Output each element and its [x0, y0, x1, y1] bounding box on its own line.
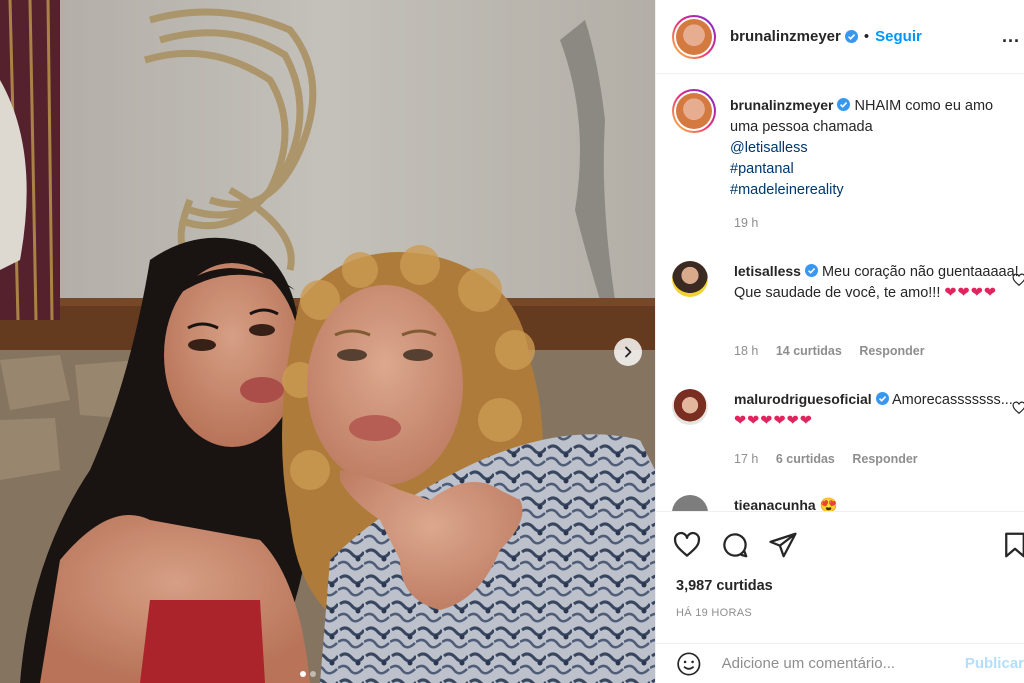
commenter-avatar[interactable]: [672, 389, 708, 425]
separator-dot: •: [863, 28, 870, 45]
comment-emojis: 😍: [819, 498, 838, 511]
reply-button[interactable]: Responder: [859, 344, 924, 358]
commenter-username[interactable]: malurodriguesoficial: [734, 391, 872, 407]
post-actions: 3,987 curtidas HÁ 19 HORAS: [656, 511, 1024, 643]
comment-meta: 18 h 14 curtidas Responder: [734, 344, 939, 358]
post-header: brunalinzmeyer • Seguir ...: [656, 0, 1024, 74]
reply-button[interactable]: Responder: [852, 452, 917, 466]
commenter-avatar[interactable]: [672, 261, 708, 297]
caption-mention-link[interactable]: @letisalless: [730, 138, 1020, 159]
like-comment-heart-icon[interactable]: [1012, 401, 1024, 415]
carousel-dots: [300, 671, 316, 677]
carousel-dot: [300, 671, 306, 677]
follow-button[interactable]: Seguir: [875, 28, 922, 45]
like-comment-heart-icon[interactable]: [1012, 273, 1024, 287]
save-button[interactable]: [1000, 530, 1024, 560]
add-comment-bar: Publicar: [656, 643, 1024, 683]
comments-list[interactable]: brunalinzmeyer NHAIM como eu amo uma pes…: [656, 75, 1024, 511]
hashtag-link[interactable]: #madeleinereality: [730, 180, 1020, 201]
hashtag-link[interactable]: #pantanal: [730, 159, 1020, 180]
post-side-panel: brunalinzmeyer • Seguir ... brunalinzmey…: [655, 0, 1024, 683]
likes-count[interactable]: 3,987 curtidas: [676, 578, 773, 594]
verified-badge-icon: [804, 264, 818, 277]
comment-item: letisalless Meu coração não guentaaaaa! …: [672, 261, 1024, 304]
share-button[interactable]: [768, 530, 798, 560]
comment-meta: 17 h 6 curtidas Responder: [734, 452, 932, 466]
comment-bubble-icon: [723, 533, 748, 558]
like-button[interactable]: [672, 530, 702, 560]
comment-item: malurodriguesoficial Amorecasssssss... ❤❤…: [672, 389, 1024, 432]
commenter-username[interactable]: letisalless: [734, 263, 801, 279]
post-photo: [0, 0, 655, 683]
more-options-button[interactable]: ...: [1002, 26, 1020, 47]
comment-emojis: ❤❤❤❤: [944, 285, 997, 301]
caption-author-avatar[interactable]: [672, 89, 716, 133]
commenter-username[interactable]: tieanacunha: [734, 497, 816, 511]
verified-badge-icon: [844, 30, 858, 43]
author-avatar[interactable]: [672, 14, 716, 59]
comment-item: tieanacunha 😍: [672, 495, 1024, 511]
caption-username[interactable]: brunalinzmeyer: [730, 97, 833, 113]
chevron-right-icon: [625, 346, 632, 358]
comment-time: 17 h: [734, 452, 759, 466]
comment-time: 18 h: [734, 344, 759, 358]
post-caption: brunalinzmeyer NHAIM como eu amo uma pes…: [672, 89, 1024, 201]
emoji-icon[interactable]: [676, 651, 702, 677]
heart-icon: [673, 531, 701, 557]
caption-time: 19 h: [734, 216, 759, 230]
bookmark-icon: [1005, 532, 1024, 558]
comment-text: Amorecasssssss...: [891, 392, 1013, 408]
carousel-dot: [310, 671, 316, 677]
post-image: [0, 0, 655, 683]
comment-input[interactable]: [721, 655, 949, 672]
publish-button[interactable]: Publicar: [965, 655, 1024, 672]
comment-likes[interactable]: 6 curtidas: [776, 452, 835, 466]
comment-button[interactable]: [720, 530, 750, 560]
caption-meta: 19 h: [734, 216, 772, 230]
paper-plane-icon: [769, 532, 797, 558]
commenter-avatar[interactable]: [672, 495, 708, 511]
comment-emojis: ❤❤❤❤❤❤: [734, 413, 813, 429]
post-timestamp: HÁ 19 HORAS: [676, 607, 753, 619]
carousel-next-button[interactable]: [614, 338, 642, 366]
verified-badge-icon: [875, 392, 889, 405]
author-username[interactable]: brunalinzmeyer: [730, 28, 841, 45]
verified-badge-icon: [837, 98, 851, 111]
comment-likes[interactable]: 14 curtidas: [776, 344, 842, 358]
